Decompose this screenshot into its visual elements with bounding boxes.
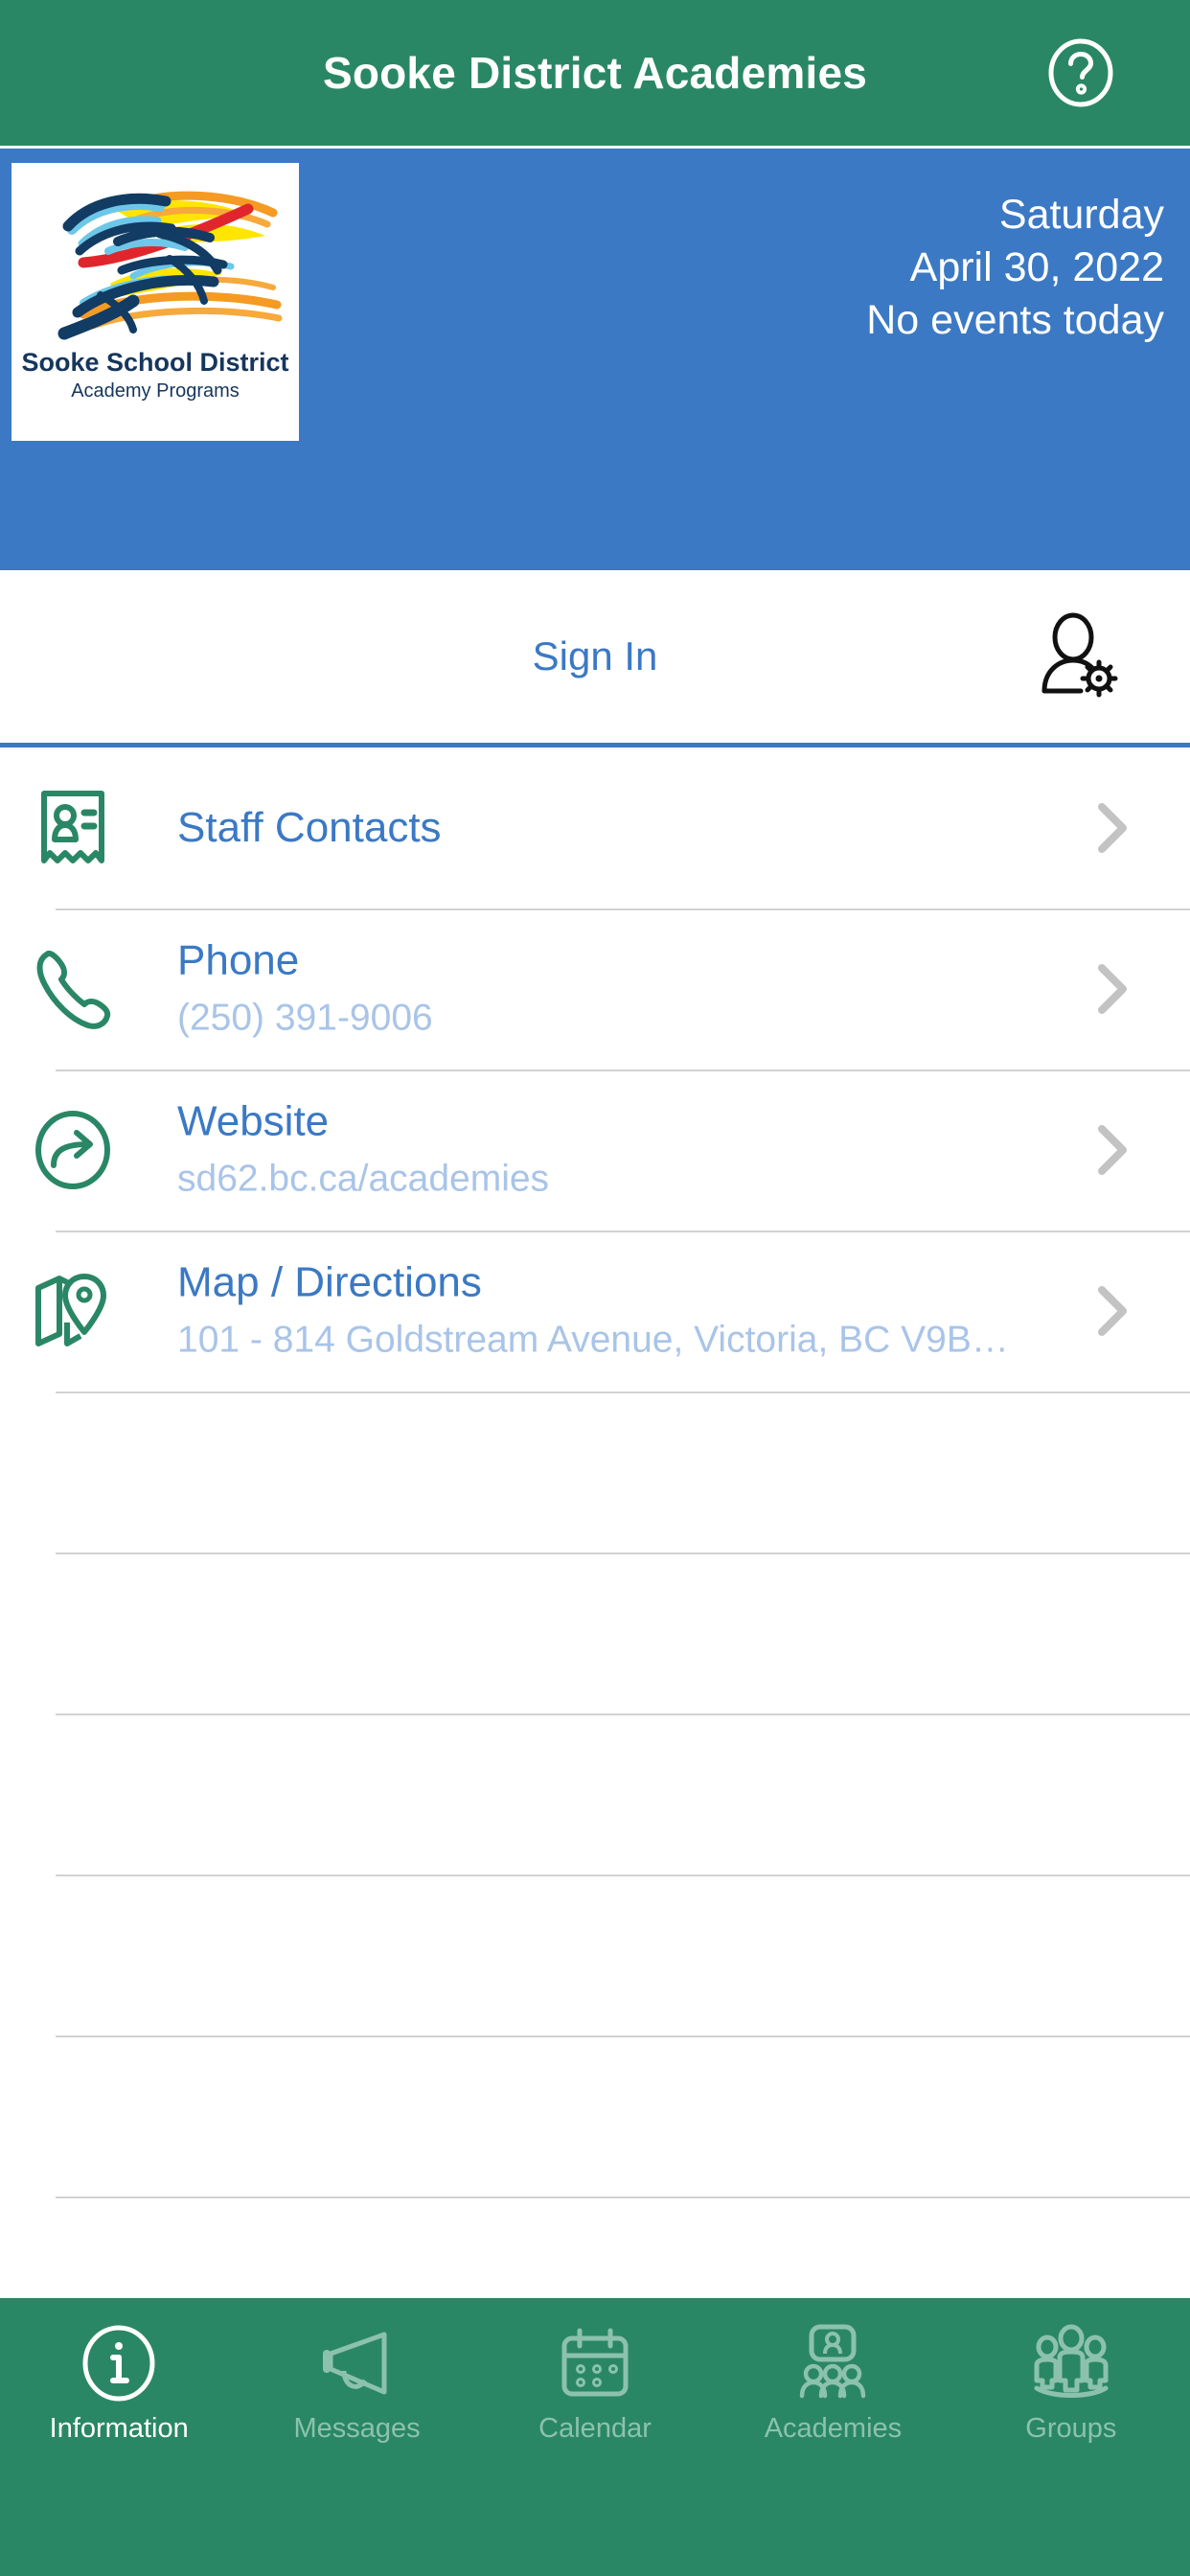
list-item-title: Staff Contacts xyxy=(177,803,442,851)
logo-line-2: Academy Programs xyxy=(71,380,240,402)
list-item-title: Map / Directions xyxy=(177,1258,482,1306)
tab-label: Academies xyxy=(764,2413,903,2444)
tab-calendar[interactable]: Calendar xyxy=(476,2298,714,2576)
megaphone-icon xyxy=(315,2321,400,2405)
info-circle-icon xyxy=(77,2321,161,2405)
date-banner: Sooke School District Academy Programs S… xyxy=(0,149,1190,570)
calendar-icon xyxy=(553,2321,637,2405)
app-header: Sooke District Academies xyxy=(0,0,1190,146)
banner-events: No events today xyxy=(866,297,1164,344)
tab-label: Messages xyxy=(293,2413,421,2444)
tab-information[interactable]: Information xyxy=(0,2298,238,2576)
tab-label: Information xyxy=(49,2413,189,2444)
list-item-subtitle: sd62.bc.ca/academies xyxy=(177,1158,550,1200)
date-block: Saturday April 30, 2022 No events today xyxy=(866,189,1164,347)
chevron-right-icon[interactable] xyxy=(1092,801,1131,855)
list-item-text: Staff Contacts xyxy=(177,803,1056,851)
phone-icon xyxy=(29,945,117,1033)
map-pin-icon xyxy=(29,1267,117,1355)
list-item-empty xyxy=(0,2036,1190,2196)
list-item-empty xyxy=(0,1392,1190,1552)
list-item-title: Website xyxy=(177,1097,330,1145)
list-item-subtitle: (250) 391-9006 xyxy=(177,997,433,1039)
sooke-school-district-runner-logo xyxy=(57,191,283,340)
signin-bar: Sign In xyxy=(0,570,1190,748)
list-item[interactable]: Website sd62.bc.ca/academies xyxy=(0,1070,1190,1230)
list-item-empty xyxy=(0,1874,1190,2036)
people-group-icon xyxy=(1029,2321,1113,2405)
list-item-text: Map / Directions 101 - 814 Goldstream Av… xyxy=(177,1258,1056,1362)
logo-line-1: Sooke School District xyxy=(21,348,289,377)
external-link-circle-icon xyxy=(29,1106,117,1194)
tab-academies[interactable]: Academies xyxy=(714,2298,951,2576)
list-item-empty xyxy=(0,1552,1190,1714)
page-title: Sooke District Academies xyxy=(322,48,868,98)
sign-in-button[interactable]: Sign In xyxy=(0,633,1190,679)
chevron-right-icon[interactable] xyxy=(1092,962,1131,1016)
help-circle-icon[interactable] xyxy=(1046,38,1115,107)
tab-messages[interactable]: Messages xyxy=(238,2298,475,2576)
banner-date: April 30, 2022 xyxy=(909,244,1164,291)
list-item-subtitle: 101 - 814 Goldstream Avenue, Victoria, B… xyxy=(177,1319,1009,1361)
list-item-text: Website sd62.bc.ca/academies xyxy=(177,1097,1056,1201)
bottom-tab-bar: Information Messages Calendar Academies … xyxy=(0,2298,1190,2576)
list-item[interactable]: Map / Directions 101 - 814 Goldstream Av… xyxy=(0,1230,1190,1392)
school-logo: Sooke School District Academy Programs xyxy=(11,163,299,441)
list-item-text: Phone (250) 391-9006 xyxy=(177,936,1056,1040)
user-settings-icon[interactable] xyxy=(1033,612,1121,701)
info-list: Staff Contacts Phone (250) 391-9006 Webs… xyxy=(0,748,1190,2358)
chevron-right-icon[interactable] xyxy=(1092,1123,1131,1177)
list-item[interactable]: Staff Contacts xyxy=(0,748,1190,908)
chevron-right-icon[interactable] xyxy=(1092,1284,1131,1338)
list-item-title: Phone xyxy=(177,936,300,984)
screen-people-icon xyxy=(790,2321,875,2405)
banner-day: Saturday xyxy=(998,192,1164,238)
tab-label: Groups xyxy=(1025,2413,1117,2444)
app-root: Sooke District Academies Sooke School Di… xyxy=(0,0,1190,2576)
contact-card-icon xyxy=(29,784,117,872)
tab-groups[interactable]: Groups xyxy=(952,2298,1190,2576)
list-item-empty xyxy=(0,1714,1190,1874)
tab-label: Calendar xyxy=(538,2413,652,2444)
list-item[interactable]: Phone (250) 391-9006 xyxy=(0,908,1190,1070)
